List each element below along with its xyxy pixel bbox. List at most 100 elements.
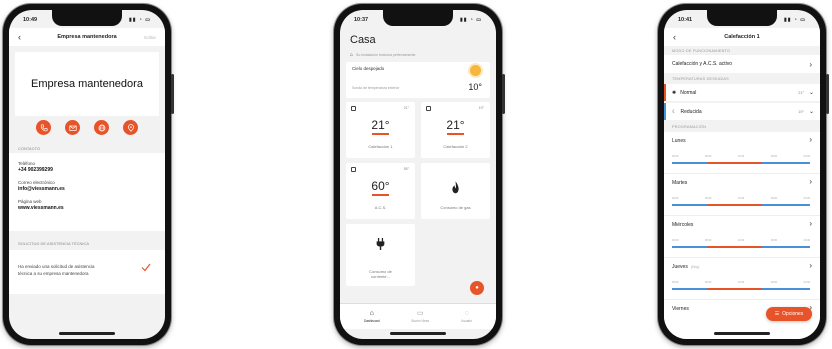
- time-tick: 18:00: [770, 281, 778, 284]
- tile-current-temp: 19°: [478, 106, 484, 110]
- schedule-segment: [761, 246, 810, 248]
- tile-heating-2[interactable]: 19° 21° Calefacción 2: [421, 102, 490, 158]
- moon-icon: ☾: [672, 108, 677, 115]
- weather-card[interactable]: Cielo despejado Sonda de temperatura ext…: [346, 62, 490, 98]
- time-tick: 12:00: [737, 155, 745, 158]
- fire-fab-button[interactable]: ●: [470, 281, 484, 295]
- temp-normal-row[interactable]: ✺ Normal 21° ⌄: [664, 84, 820, 101]
- time-axis: 00:00 06:00 12:00 18:00 24:00: [672, 155, 810, 158]
- schedule-track: [672, 288, 810, 290]
- tile-hot-water[interactable]: 55° 60° A.C.S.: [346, 163, 415, 219]
- time-tick: 00:00: [672, 155, 679, 158]
- day-label: Jueves: [672, 264, 688, 270]
- time-tick: 12:00: [737, 281, 745, 284]
- website-button[interactable]: [94, 120, 109, 135]
- checkmark-icon: [141, 263, 151, 272]
- schedule-segment: [672, 204, 707, 206]
- call-button[interactable]: [36, 120, 51, 135]
- home-indicator: [59, 332, 115, 335]
- time-axis: 00:00 06:00 12:00 18:00 24:00: [672, 239, 810, 242]
- tile-name: Consumo de corriente...: [369, 268, 392, 280]
- back-chevron-icon[interactable]: ‹: [18, 32, 21, 42]
- day-label: Miércoles: [672, 222, 694, 228]
- schedule-track: [672, 204, 810, 206]
- contact-actions: [9, 120, 165, 135]
- time-tick: 00:00: [672, 281, 679, 284]
- house-icon: ⌂: [369, 310, 374, 317]
- sun-icon: ✺: [672, 89, 677, 96]
- tile-name: Consumo de gas: [440, 205, 471, 210]
- schedule-segment: [706, 162, 762, 164]
- chevron-down-icon: ⌄: [808, 90, 814, 96]
- edit-button[interactable]: Editar: [144, 35, 156, 40]
- phone-value[interactable]: +34 902399299: [18, 167, 156, 173]
- schedule-track: [672, 246, 810, 248]
- schedule-segment: [672, 288, 707, 290]
- screen-dashboard: 10:37 ▮▮ ◔ ▭ Casa ⌂ Su instalación funci…: [340, 10, 496, 339]
- chevron-right-icon: ›: [809, 59, 812, 69]
- assistance-message: Ha enviado una solicitud de asistencia t…: [18, 264, 95, 276]
- status-icons: ▮▮ ◔ ▭: [783, 17, 806, 23]
- tile-underline: [447, 133, 464, 135]
- chevron-right-icon: ›: [809, 219, 812, 228]
- phone-label: Teléfono: [18, 161, 36, 166]
- tab-label: Usuario: [461, 319, 473, 323]
- status-icons: ▮▮ ◔ ▭: [128, 17, 151, 23]
- phone-dashboard: 10:37 ▮▮ ◔ ▭ Casa ⌂ Su instalación funci…: [334, 4, 505, 345]
- time-tick: 24:00: [803, 197, 811, 200]
- day-row[interactable]: Jueves (Hoy) › 00:00 06:00 12:00 18:00 24:00: [664, 258, 820, 300]
- reduced-color-bar: [664, 103, 666, 120]
- inbox-icon: ▭: [416, 310, 424, 317]
- email-button[interactable]: [65, 120, 80, 135]
- time-tick: 18:00: [770, 155, 778, 158]
- options-label: Opciones: [782, 311, 804, 317]
- day-row[interactable]: Miércoles › 00:00 06:00 12:00 18:00 24:00: [664, 216, 820, 258]
- schedule-segment: [672, 162, 707, 164]
- day-row[interactable]: Lunes › 00:00 06:00 12:00 18:00 24:00: [664, 132, 820, 174]
- day-name: Lunes: [672, 138, 686, 144]
- tile-name: Calefacción 2: [443, 144, 468, 149]
- assistance-card: Ha enviado una solicitud de asistencia t…: [9, 250, 165, 294]
- schedule-segment: [706, 204, 762, 206]
- time-tick: 24:00: [803, 281, 811, 284]
- day-label: Viernes: [672, 306, 689, 312]
- tile-heating-1[interactable]: 21° 21° Calefacción 1: [346, 102, 415, 158]
- options-button[interactable]: ☰ Opciones: [766, 307, 812, 321]
- phone-heating-circuit: 10:41 ▮▮ ◔ ▭ ‹ Calefacción 1 Modo de fun…: [658, 4, 829, 345]
- tab-dashboard[interactable]: ⌂ Dashboard: [364, 310, 380, 323]
- day-name: Miércoles: [672, 222, 693, 228]
- temp-label: Reducida: [680, 108, 702, 115]
- phone-company: 10:49 ▮▮ ◔ ▭ ‹ Empresa mantenedora Edita…: [3, 4, 174, 345]
- day-row[interactable]: Martes › 00:00 06:00 12:00 18:00 24:00: [664, 174, 820, 216]
- outdoor-temp: 10°: [468, 82, 482, 92]
- tile-gas-consumption[interactable]: Consumo de gas: [421, 163, 490, 219]
- mode-row[interactable]: Calefacción y A.C.S. activo ›: [664, 55, 820, 73]
- time-tick: 00:00: [672, 197, 679, 200]
- tab-label: Dashboard: [363, 319, 380, 323]
- tab-user[interactable]: ◌ Usuario: [461, 310, 472, 323]
- globe-icon: [98, 124, 105, 131]
- tab-inbox[interactable]: ▭ Buzón Viess: [411, 310, 429, 323]
- contact-card: Teléfono +34 902399299 Correo electrónic…: [9, 153, 165, 231]
- chevron-right-icon: ›: [809, 177, 812, 186]
- calendar-icon: [426, 106, 431, 111]
- web-value[interactable]: www.viessmann.es: [18, 205, 156, 211]
- nav-bar: ‹ Empresa mantenedora Editar: [9, 28, 165, 46]
- temp-reduced-row[interactable]: ☾ Reducida 19° ⌄: [664, 103, 820, 120]
- program-header: Programación: [672, 125, 707, 129]
- temp-value: 21°: [798, 90, 804, 95]
- notch: [707, 10, 777, 26]
- tile-underline: [372, 194, 389, 196]
- time-tick: 18:00: [770, 197, 778, 200]
- day-note: (Hoy): [690, 265, 700, 269]
- email-value[interactable]: info@viessmann.es: [18, 186, 156, 192]
- back-chevron-icon[interactable]: ‹: [673, 32, 676, 42]
- location-button[interactable]: [123, 120, 138, 135]
- fire-icon: ●: [475, 285, 479, 291]
- temp-label: Normal: [680, 89, 697, 96]
- tile-current-temp: 55°: [403, 167, 409, 171]
- day-name: Jueves (Hoy): [672, 264, 699, 270]
- tab-bar: ⌂ Dashboard ▭ Buzón Viess ◌ Usuario: [340, 303, 496, 329]
- tile-power-consumption[interactable]: Consumo de corriente...: [346, 224, 415, 286]
- mail-icon: [68, 125, 77, 131]
